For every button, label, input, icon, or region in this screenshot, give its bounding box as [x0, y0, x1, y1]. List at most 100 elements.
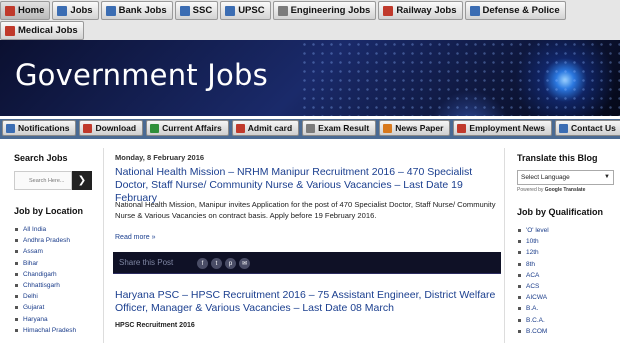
search-box: ❯: [14, 171, 92, 190]
subnav-tab-exam-result[interactable]: Exam Result: [302, 120, 377, 136]
right-sidebar: Translate this Blog Select Language ▼ Po…: [517, 153, 617, 337]
location-list: All India Andhra Pradesh Assam Bihar Chandig…: [14, 224, 99, 336]
qualification-link[interactable]: 'O' level: [517, 225, 617, 236]
subnav-tab-label: Current Affairs: [162, 123, 222, 133]
qualification-list: 'O' level 10th 12th 8th ACA ACS AICWA B.A. B.C.A…: [517, 225, 617, 337]
location-widget-title: Job by Location: [14, 206, 84, 216]
subnav-tab-label: Exam Result: [318, 123, 370, 133]
powered-by-label: Powered by: [517, 187, 544, 193]
location-link[interactable]: Chhattisgarh: [14, 280, 99, 291]
newspaper-icon: [383, 123, 393, 133]
post-date: Monday, 8 February 2016: [115, 153, 205, 162]
subnav-tab-news-paper[interactable]: News Paper: [379, 120, 451, 136]
nav-tab-railway-jobs[interactable]: Railway Jobs: [378, 1, 463, 20]
qualification-widget-title: Job by Qualification: [517, 207, 604, 217]
search-submit-button[interactable]: ❯: [72, 171, 92, 190]
arrow-right-icon: ❯: [77, 175, 87, 186]
banner-decoration: [300, 40, 620, 116]
location-link[interactable]: Delhi: [14, 291, 99, 302]
top-nav-row-2: Medical Jobs: [0, 21, 620, 40]
post-subheading: HPSC Recruitment 2016: [115, 322, 195, 329]
location-link[interactable]: Andhra Pradesh: [14, 235, 99, 246]
gear-icon: [277, 5, 288, 16]
subnav-tab-admit-card[interactable]: Admit card: [231, 120, 300, 136]
subnav-tab-label: News Paper: [395, 123, 444, 133]
card-icon: [235, 123, 245, 133]
nav-tab-label: Engineering Jobs: [290, 5, 371, 16]
upsc-icon: [225, 5, 236, 16]
nav-tab-label: Home: [18, 5, 45, 16]
email-icon[interactable]: ✉: [239, 258, 250, 269]
bell-icon: [6, 123, 15, 133]
secondary-navigation: Notifications Download Current Affairs Admi…: [0, 119, 620, 139]
location-link[interactable]: All India: [14, 224, 99, 235]
nav-tab-bank-jobs[interactable]: Bank Jobs: [100, 1, 173, 20]
result-icon: [306, 123, 316, 133]
jobs-icon: [57, 5, 68, 16]
subnav-tab-label: Employment News: [469, 123, 545, 133]
nav-tab-jobs[interactable]: Jobs: [52, 1, 99, 20]
subnav-tab-label: Contact Us: [570, 123, 616, 133]
qualification-link[interactable]: 10th: [517, 236, 617, 247]
subnav-tab-label: Admit card: [247, 123, 293, 133]
subnav-tab-label: Download: [95, 123, 137, 133]
nav-tab-defense-police[interactable]: Defense & Police: [464, 1, 566, 20]
chevron-down-icon: ▼: [604, 174, 610, 180]
nav-tab-label: UPSC: [238, 5, 265, 16]
subnav-tab-employment-news[interactable]: Employment News: [453, 120, 552, 136]
facebook-icon[interactable]: f: [197, 258, 208, 269]
site-title[interactable]: Government Jobs: [15, 58, 268, 92]
nav-tab-label: Defense & Police: [482, 5, 560, 16]
location-link[interactable]: Bihar: [14, 258, 99, 269]
language-select[interactable]: Select Language ▼: [517, 170, 614, 185]
nav-tab-label: Medical Jobs: [18, 25, 78, 36]
left-sidebar: Search Jobs ❯ Job by Location All IndiaA…: [14, 153, 99, 336]
bank-icon: [105, 5, 116, 16]
nav-tab-label: Jobs: [70, 5, 93, 16]
site-banner: Government Jobs: [0, 40, 620, 116]
location-link[interactable]: Gujarat: [14, 302, 99, 313]
mail-icon: [558, 123, 568, 133]
twitter-icon[interactable]: t: [211, 258, 222, 269]
qualification-link[interactable]: 8th: [517, 259, 617, 270]
qualification-link[interactable]: B.C.A.: [517, 315, 617, 326]
qualification-link[interactable]: B.A.: [517, 303, 617, 314]
medical-icon: [5, 25, 15, 36]
post-title-link[interactable]: Haryana PSC – HPSC Recruitment 2016 – 75…: [115, 289, 500, 315]
main-content: Monday, 8 February 2016 National Health …: [103, 148, 505, 343]
nav-tab-engineering-jobs[interactable]: Engineering Jobs: [272, 1, 377, 20]
nav-tab-upsc[interactable]: UPSC: [220, 1, 271, 20]
train-icon: [383, 5, 394, 16]
subnav-tab-contact-us[interactable]: Contact Us: [554, 120, 620, 136]
download-icon: [83, 123, 93, 133]
qualification-link[interactable]: 12th: [517, 247, 617, 258]
nav-tab-medical-jobs[interactable]: Medical Jobs: [0, 21, 84, 40]
pinterest-icon[interactable]: p: [225, 258, 236, 269]
powered-by: Powered by Google Translate: [517, 187, 617, 193]
ssc-icon: [179, 5, 190, 16]
qualification-link[interactable]: AICWA: [517, 292, 617, 303]
qualification-link[interactable]: B.COM: [517, 326, 617, 337]
home-icon: [5, 5, 15, 16]
location-link[interactable]: Assam: [14, 246, 99, 257]
qualification-link[interactable]: ACS: [517, 281, 617, 292]
globe-icon: [150, 123, 160, 133]
location-link[interactable]: Himachal Pradesh: [14, 325, 99, 336]
subnav-tab-download[interactable]: Download: [79, 120, 144, 136]
location-link[interactable]: Haryana: [14, 314, 99, 325]
qualification-link[interactable]: ACA: [517, 270, 617, 281]
post-snippet: National Health Mission, Manipur invites…: [115, 200, 496, 220]
read-more-link[interactable]: Read more »: [115, 234, 155, 241]
news-icon: [457, 123, 467, 133]
share-label: Share this Post: [119, 258, 174, 267]
google-translate-link[interactable]: Google Translate: [545, 187, 586, 193]
nav-tab-label: Bank Jobs: [118, 5, 167, 16]
top-navigation: Home Jobs Bank Jobs SSC UPSC Engineering Jobs…: [0, 0, 620, 40]
nav-tab-home[interactable]: Home: [0, 1, 51, 20]
share-bar: Share this Post f t p ✉: [113, 252, 501, 274]
location-link[interactable]: Chandigarh: [14, 269, 99, 280]
search-input[interactable]: [14, 171, 72, 190]
nav-tab-ssc[interactable]: SSC: [174, 1, 219, 20]
subnav-tab-notifications[interactable]: Notifications: [2, 120, 77, 136]
subnav-tab-current-affairs[interactable]: Current Affairs: [146, 120, 229, 136]
